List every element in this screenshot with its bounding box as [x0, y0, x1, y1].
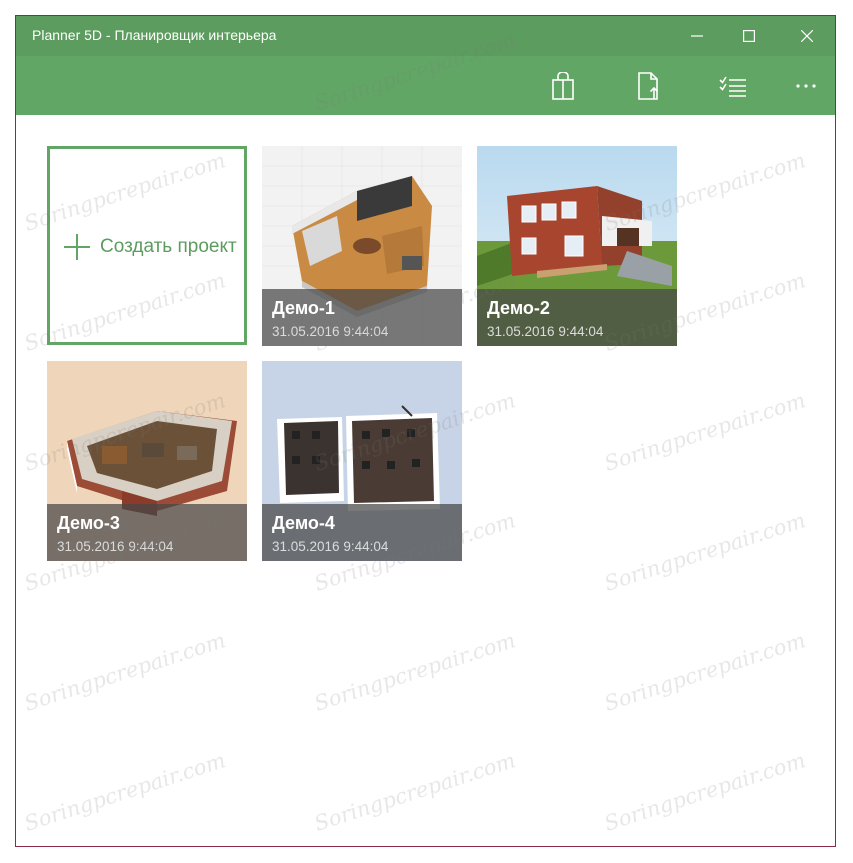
project-info-overlay: Демо-2 31.05.2016 9:44:04: [477, 289, 677, 346]
project-date: 31.05.2016 9:44:04: [272, 324, 389, 339]
more-button[interactable]: [778, 56, 834, 115]
project-name: Демо-2: [487, 298, 550, 318]
more-icon: [796, 83, 816, 88]
project-info-overlay: Демо-1 31.05.2016 9:44:04: [262, 289, 462, 346]
project-name: Демо-3: [57, 513, 120, 533]
project-name: Демо-1: [272, 298, 335, 318]
projects-grid: Создать проект Демо-1 31.05.2016 9:44:04…: [16, 115, 835, 846]
minimize-icon: [691, 35, 703, 37]
project-info-overlay: Демо-3 31.05.2016 9:44:04: [47, 504, 247, 561]
close-button[interactable]: [784, 16, 830, 56]
minimize-button[interactable]: [674, 16, 720, 56]
select-button[interactable]: [705, 56, 761, 115]
import-button[interactable]: [622, 56, 678, 115]
create-project-label: Создать проект: [100, 236, 237, 257]
project-tile-demo-3[interactable]: Демо-3 31.05.2016 9:44:04: [47, 361, 247, 561]
project-date: 31.05.2016 9:44:04: [487, 324, 604, 339]
plus-icon: [64, 234, 90, 260]
close-icon: [801, 30, 813, 42]
shop-button[interactable]: [535, 56, 591, 115]
shopping-bag-icon: [552, 71, 574, 100]
maximize-button[interactable]: [726, 16, 772, 56]
create-project-tile[interactable]: Создать проект: [47, 146, 247, 345]
select-list-icon: [719, 76, 746, 97]
project-info-overlay: Демо-4 31.05.2016 9:44:04: [262, 504, 462, 561]
project-date: 31.05.2016 9:44:04: [57, 539, 174, 554]
project-tile-demo-4[interactable]: Демо-4 31.05.2016 9:44:04: [262, 361, 462, 561]
window-title: Planner 5D - Планировщик интерьера: [32, 27, 277, 43]
app-window: Planner 5D - Планировщик интерьера Созда…: [15, 15, 836, 847]
project-name: Демо-4: [272, 513, 335, 533]
title-bar: Planner 5D - Планировщик интерьера: [16, 16, 835, 56]
project-tile-demo-2[interactable]: Демо-2 31.05.2016 9:44:04: [477, 146, 677, 346]
project-tile-demo-1[interactable]: Демо-1 31.05.2016 9:44:04: [262, 146, 462, 346]
project-date: 31.05.2016 9:44:04: [272, 539, 389, 554]
import-file-icon: [638, 71, 659, 100]
maximize-icon: [743, 30, 755, 42]
command-bar: [16, 56, 835, 115]
